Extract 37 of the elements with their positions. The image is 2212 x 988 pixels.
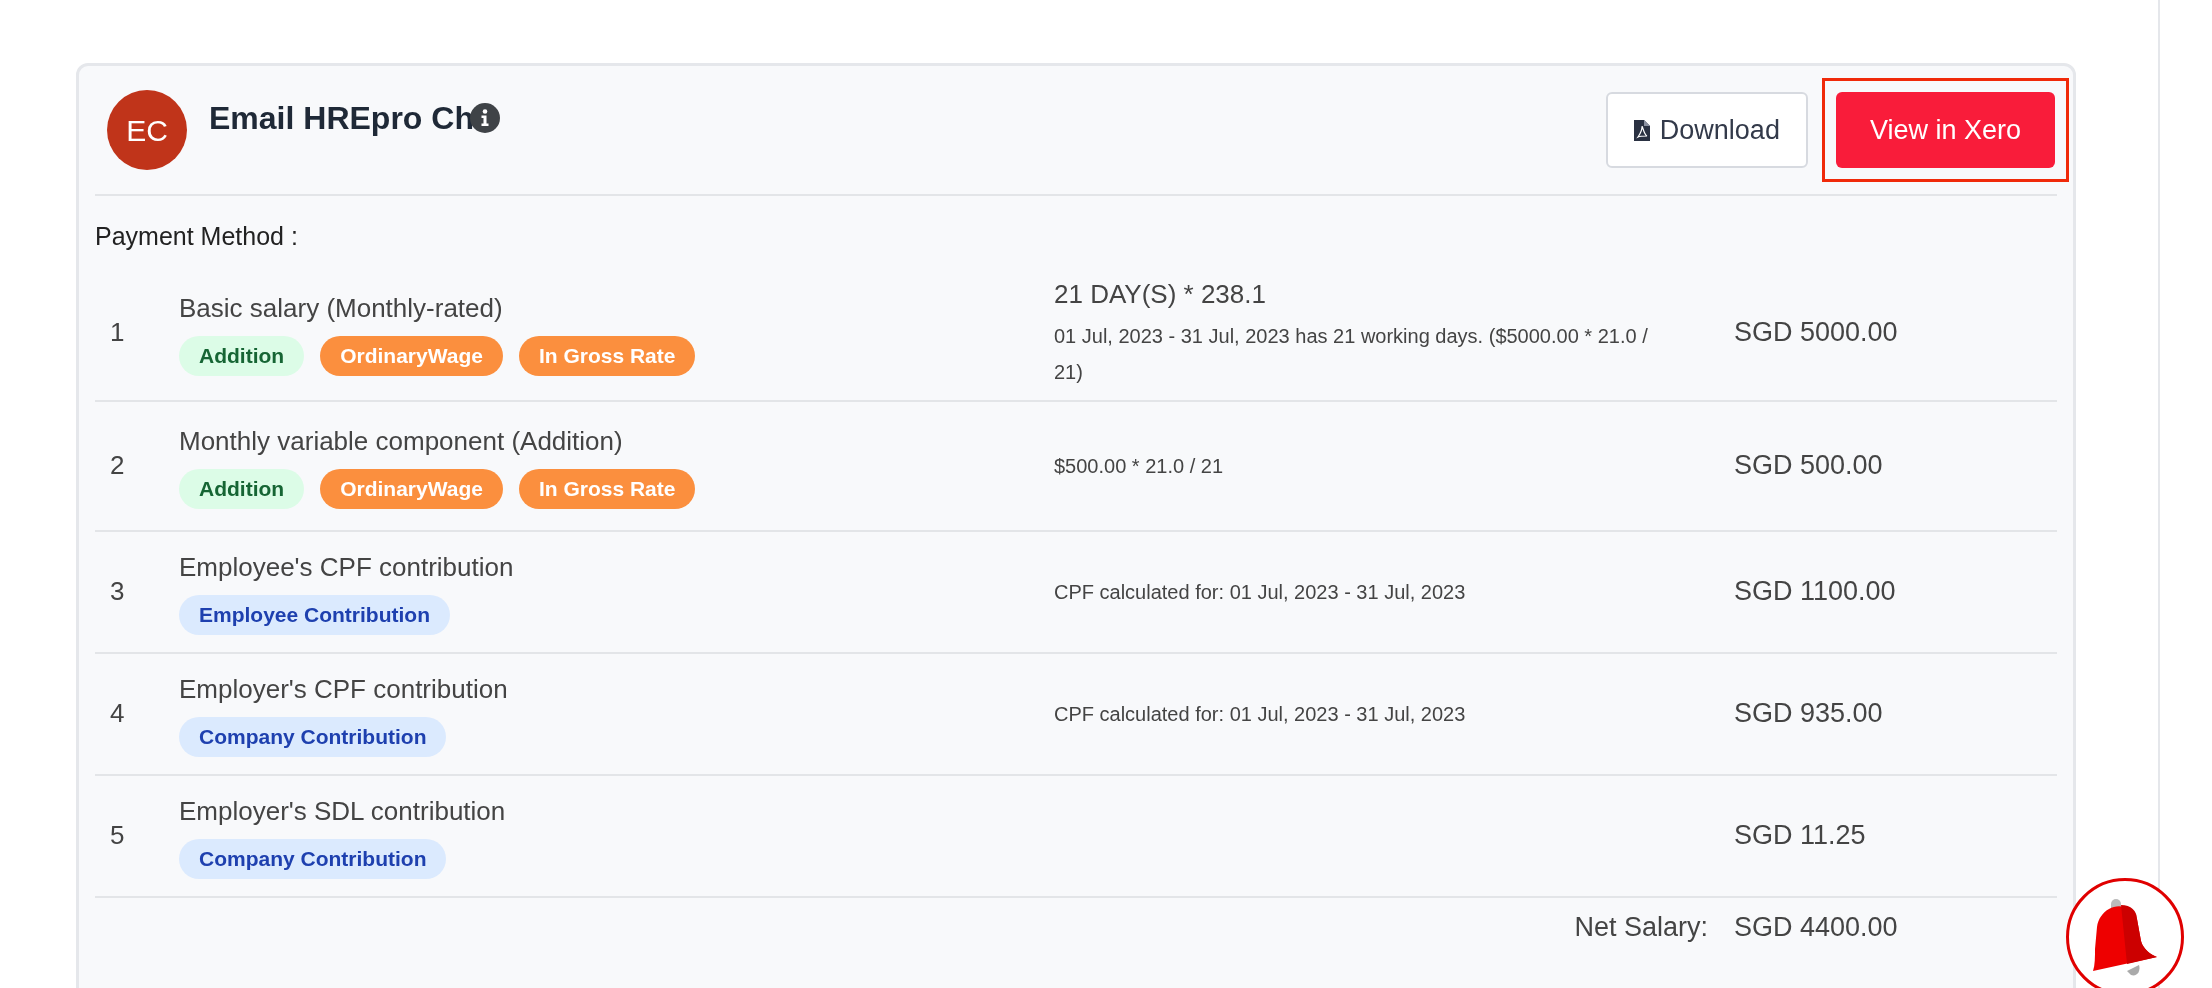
tag: In Gross Rate xyxy=(518,336,696,376)
item-name: Employer's SDL contribution xyxy=(179,795,507,828)
employee-name: Email HREpro Ch xyxy=(209,99,474,138)
tag: Addition xyxy=(179,469,305,509)
item-name: Employee's CPF contribution xyxy=(179,551,515,584)
item-name: Monthly variable component (Addition) xyxy=(179,425,624,458)
calculation-detail: CPF calculated for: 01 Jul, 2023 - 31 Jul, 2023 xyxy=(1054,579,1467,605)
view-in-xero-button[interactable]: View in Xero xyxy=(1835,92,2055,168)
tag: OrdinaryWage xyxy=(320,336,503,376)
item-name: Employer's CPF contribution xyxy=(179,673,509,706)
download-button[interactable]: Download xyxy=(1605,92,1808,168)
tag: Company Contribution xyxy=(179,839,447,879)
calculation-detail: 01 Jul, 2023 - 31 Jul, 2023 has 21 working days. ($5000.00 * 21.0 / 21) xyxy=(1054,324,1649,385)
row-number: 2 xyxy=(109,449,126,482)
net-salary-label: Net Salary: xyxy=(1574,911,1708,945)
item-name: Basic salary (Monthly-rated) xyxy=(179,292,504,325)
amount: SGD 5000.00 xyxy=(1734,316,1899,350)
calculation-detail: $500.00 * 21.0 / 21 xyxy=(1054,453,1225,479)
calculation-detail: CPF calculated for: 01 Jul, 2023 - 31 Jul, 2023 xyxy=(1054,701,1467,727)
amount: SGD 935.00 xyxy=(1734,697,1884,731)
row-number: 4 xyxy=(109,697,126,730)
amount: SGD 1100.00 xyxy=(1734,575,1897,609)
tag: OrdinaryWage xyxy=(320,469,503,509)
tag: Employee Contribution xyxy=(179,595,450,635)
amount: SGD 11.25 xyxy=(1734,819,1867,853)
payment-method-label: Payment Method : xyxy=(95,221,299,252)
tag: Company Contribution xyxy=(179,717,447,757)
tag: Addition xyxy=(179,336,305,376)
row-number: 5 xyxy=(109,819,126,852)
pdf-file-icon xyxy=(1633,119,1650,141)
avatar: EC xyxy=(107,90,187,170)
calculation: 21 DAY(S) * 238.1 xyxy=(1054,278,1267,311)
row-number: 3 xyxy=(109,575,126,608)
tag: In Gross Rate xyxy=(518,469,696,509)
net-salary-amount: SGD 4400.00 xyxy=(1734,911,1899,945)
amount: SGD 500.00 xyxy=(1734,449,1884,483)
row-number: 1 xyxy=(109,316,126,349)
